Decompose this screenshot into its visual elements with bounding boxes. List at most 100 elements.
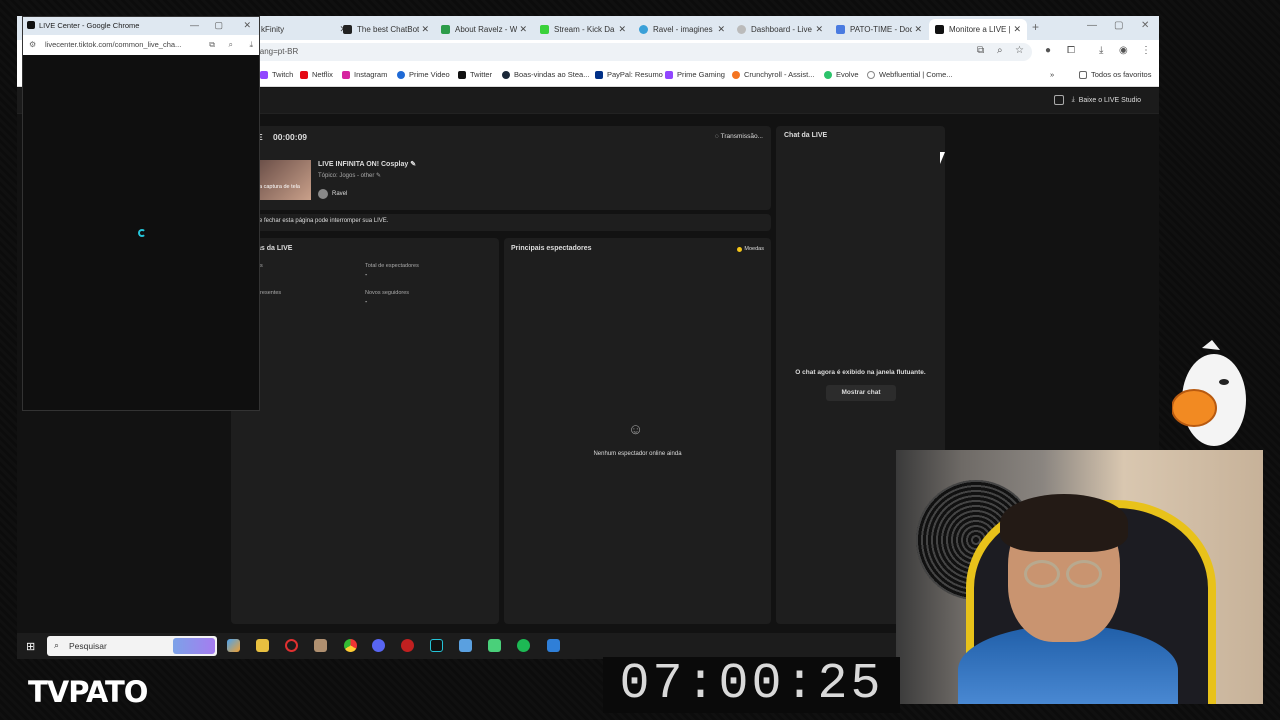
- stat-label: Total de espectadores: [365, 263, 419, 269]
- mouse-cursor: [940, 152, 947, 164]
- bookmark-instagram[interactable]: Instagram: [342, 70, 387, 79]
- chat-extension-icon[interactable]: ●: [1045, 45, 1051, 56]
- close-icon[interactable]: ✕: [618, 24, 626, 35]
- evolve-icon: [824, 70, 832, 79]
- taskbar-search-input[interactable]: ⌕ Pesquisar: [47, 636, 217, 656]
- favicon-icon: [540, 25, 549, 34]
- crown-icon: [665, 70, 673, 79]
- windows-start-icon[interactable]: ⊞: [26, 640, 35, 653]
- coin-icon: [737, 246, 743, 252]
- tab-7[interactable]: PATO-TIME - Doc ✕: [830, 19, 928, 40]
- search-highlight-image: [173, 638, 215, 654]
- close-icon[interactable]: ✕: [421, 24, 429, 35]
- edit-icon[interactable]: ✎: [376, 173, 381, 179]
- app-store-icon[interactable]: [547, 639, 560, 652]
- favicon-icon: [343, 25, 352, 34]
- coins-filter[interactable]: Moedas: [737, 246, 764, 252]
- viewers-title: Principais espectadores: [511, 245, 592, 252]
- live-elapsed-time: 00:00:09: [273, 132, 308, 142]
- translate-icon[interactable]: [1054, 95, 1064, 105]
- bookmark-steam[interactable]: Boas-vindas ao Stea...: [502, 70, 589, 79]
- star-icon[interactable]: ☆: [1015, 45, 1024, 56]
- app-icon[interactable]: [314, 639, 327, 652]
- opera-icon[interactable]: [285, 639, 298, 652]
- download-icon[interactable]: ⤓: [249, 40, 253, 50]
- stat-label: presentes: [257, 290, 282, 296]
- webfluential-icon: [867, 70, 875, 79]
- app-red-icon[interactable]: [401, 639, 414, 652]
- close-icon[interactable]: ✕: [914, 24, 922, 35]
- loading-spinner-icon: [138, 229, 146, 237]
- minimize-icon[interactable]: —: [1087, 20, 1097, 31]
- show-chat-button[interactable]: Mostrar chat: [826, 385, 896, 401]
- close-icon[interactable]: ✕: [815, 24, 823, 35]
- download-icon: ⤓: [1071, 96, 1075, 103]
- url-input[interactable]: lang=pt-BR: [252, 43, 1032, 61]
- maximize-icon[interactable]: ▢: [1114, 20, 1123, 31]
- popup-titlebar: LIVE Center - Google Chrome — ▢ ✕: [23, 17, 259, 35]
- stream-clock: 07:00:25: [603, 657, 900, 713]
- stat-label: Novos seguidores: [365, 290, 410, 296]
- live-title: LIVE INFINITA ON! Cosplay ✎: [318, 161, 417, 168]
- discord-icon[interactable]: [372, 639, 385, 652]
- close-window-icon[interactable]: ✕: [1141, 20, 1149, 31]
- more-bookmarks-icon[interactable]: »: [1050, 70, 1054, 79]
- extensions-icon[interactable]: ⧠: [1067, 45, 1075, 56]
- tiktok-icon: [27, 21, 35, 29]
- chrome-icon[interactable]: [344, 639, 357, 652]
- tiktok-icon[interactable]: [430, 639, 443, 652]
- warning-bar: e fechar esta página pode interromper su…: [231, 214, 771, 231]
- crunchyroll-icon: [732, 70, 740, 79]
- avatar: [318, 189, 328, 199]
- bookmark-prime-gaming[interactable]: Prime Gaming: [665, 70, 725, 79]
- close-icon[interactable]: ✕: [717, 24, 725, 35]
- steam-icon: [502, 70, 510, 79]
- close-icon[interactable]: ✕: [519, 24, 527, 35]
- menu-dots-icon[interactable]: ⋮: [1141, 45, 1151, 56]
- tab-5[interactable]: Ravel - imagines ✕: [633, 19, 731, 40]
- all-favorites-folder[interactable]: Todos os favoritos: [1079, 70, 1151, 79]
- cast-icon[interactable]: ⧉: [209, 40, 215, 50]
- site-info-icon[interactable]: ⚙: [29, 40, 36, 49]
- app-blue-icon[interactable]: [459, 639, 472, 652]
- download-icon[interactable]: ⤓: [1099, 45, 1103, 56]
- bookmark-prime-video[interactable]: Prime Video: [397, 70, 450, 79]
- popup-url-bar[interactable]: ⚙ livecenter.tiktok.com/common_live_cha.…: [23, 35, 259, 55]
- tab-3[interactable]: About Ravelz - W ✕: [435, 19, 533, 40]
- download-live-studio-button[interactable]: ⤓ Baixe o LIVE Studio: [1072, 96, 1141, 104]
- stat-value: -: [365, 272, 368, 279]
- x-icon: [458, 70, 466, 79]
- tab-2[interactable]: The best ChatBot ✕: [337, 19, 435, 40]
- bookmark-evolve[interactable]: Evolve: [824, 70, 859, 79]
- edit-icon[interactable]: ✎: [410, 161, 416, 168]
- user-icon: ☺: [628, 421, 644, 438]
- maximize-icon[interactable]: ▢: [214, 20, 223, 31]
- glasses-image: [1066, 560, 1102, 588]
- bookmark-twitter[interactable]: Twitter: [458, 70, 492, 79]
- close-window-icon[interactable]: ✕: [243, 20, 251, 31]
- app-green-icon[interactable]: [488, 639, 501, 652]
- bookmark-crunchyroll[interactable]: Crunchyroll - Assist...: [732, 70, 814, 79]
- file-explorer-icon[interactable]: [256, 639, 269, 652]
- live-topic: Tópico: Jogos - other ✎: [318, 173, 382, 179]
- zoom-icon[interactable]: ⌕: [997, 45, 1003, 56]
- prime-video-icon: [397, 70, 405, 79]
- live-thumbnail[interactable]: a captura de tela: [259, 160, 311, 200]
- stat-value: -: [365, 299, 368, 306]
- bookmark-webfluential[interactable]: Webfluential | Come...: [867, 70, 953, 79]
- copilot-icon[interactable]: [227, 639, 240, 652]
- spotify-icon[interactable]: [517, 639, 530, 652]
- live-host: Ravel: [318, 189, 347, 199]
- cast-icon[interactable]: ⧉: [977, 45, 984, 56]
- bookmark-twitch[interactable]: Twitch: [260, 70, 293, 79]
- minimize-icon[interactable]: —: [190, 20, 199, 30]
- profile-avatar-icon[interactable]: ◉: [1119, 45, 1128, 56]
- bookmark-paypal[interactable]: PayPal: Resumo: [595, 70, 663, 79]
- tab-6[interactable]: Dashboard - Live ✕: [731, 19, 829, 40]
- bookmark-netflix[interactable]: Netflix: [300, 70, 333, 79]
- new-tab-icon[interactable]: +: [1032, 20, 1039, 34]
- tab-8-active[interactable]: Monitore a LIVE | ✕: [929, 19, 1027, 40]
- tab-4[interactable]: Stream - Kick Da ✕: [534, 19, 632, 40]
- zoom-icon[interactable]: ⌕: [229, 40, 233, 50]
- close-icon[interactable]: ✕: [1013, 24, 1021, 35]
